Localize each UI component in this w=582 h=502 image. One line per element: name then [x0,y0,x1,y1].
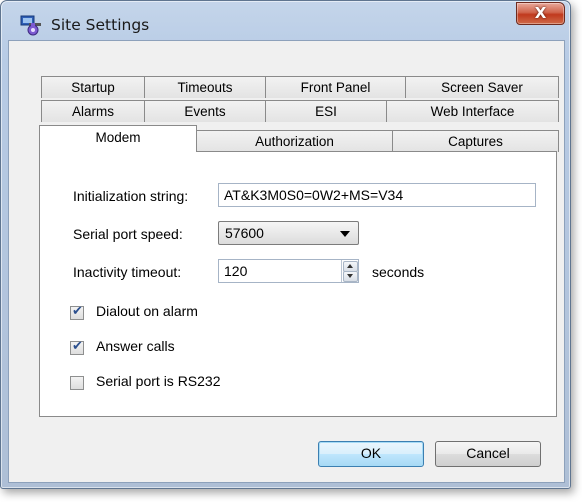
modem-tab-panel: Initialization string: AT&K3M0S0=0W2+MS=… [39,151,557,417]
serial-speed-label: Serial port speed: [73,226,183,242]
dialog-client-area: Startup Timeouts Front Panel Screen Save… [8,40,565,483]
tab-screen-saver[interactable]: Screen Saver [405,76,559,98]
init-string-label: Initialization string: [73,188,189,204]
tab-esi[interactable]: ESI [265,100,387,122]
tab-startup[interactable]: Startup [41,76,145,98]
timeout-unit-label: seconds [372,264,425,280]
spin-down-icon[interactable] [343,271,358,282]
rs232-label[interactable]: Serial port is RS232 [96,373,221,389]
answer-calls-checkbox[interactable] [70,339,84,355]
tab-events[interactable]: Events [144,100,266,122]
close-button[interactable]: X [516,2,565,25]
tab-timeouts[interactable]: Timeouts [144,76,266,98]
chevron-down-icon [340,231,350,237]
site-settings-app-icon [20,15,41,36]
serial-speed-value: 57600 [225,225,264,241]
dialout-label[interactable]: Dialout on alarm [96,303,198,319]
tab-alarms[interactable]: Alarms [41,100,145,122]
tab-front-panel[interactable]: Front Panel [265,76,406,98]
init-string-input[interactable]: AT&K3M0S0=0W2+MS=V34 [218,183,536,207]
window-title: Site Settings [51,16,150,34]
ok-button[interactable]: OK [318,441,424,467]
tab-modem[interactable]: Modem [39,125,197,152]
inactivity-timeout-label: Inactivity timeout: [73,264,182,280]
serial-speed-select[interactable]: 57600 [218,221,359,245]
rs232-checkbox[interactable] [70,376,84,390]
answer-calls-label[interactable]: Answer calls [96,338,175,354]
tab-web-interface[interactable]: Web Interface [386,100,559,122]
dialout-checkbox[interactable] [70,304,84,320]
inactivity-timeout-value: 120 [224,263,248,279]
site-settings-dialog: Site Settings X Startup Timeouts Front P… [0,0,571,489]
timeout-spinner[interactable] [341,260,358,282]
tab-captures[interactable]: Captures [392,130,559,152]
inactivity-timeout-stepper[interactable]: 120 [218,259,359,283]
cancel-button[interactable]: Cancel [435,441,541,467]
tab-authorization[interactable]: Authorization [196,130,393,152]
